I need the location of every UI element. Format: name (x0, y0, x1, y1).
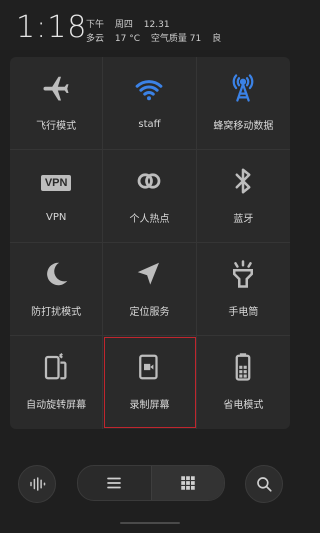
rotate-screen-icon (39, 350, 73, 384)
toggle-label: 手电筒 (228, 306, 259, 318)
toggle-do-not-disturb[interactable]: 防打扰模式 (10, 243, 104, 336)
weekday: 周四 (114, 20, 133, 30)
date: 12.31 (143, 20, 170, 30)
toggle-airplane-mode[interactable]: 飞行模式 (10, 57, 104, 150)
flashlight-icon (226, 257, 260, 291)
weather: 多云 (86, 34, 105, 44)
moon-icon (39, 257, 73, 291)
bluetooth-icon (226, 164, 260, 198)
toggle-location[interactable]: 定位服务 (103, 243, 197, 336)
toggle-power-saving[interactable]: 省电模式 (197, 336, 290, 429)
search-icon (257, 477, 272, 492)
air-quality: 空气质量 71 (150, 34, 202, 44)
drag-handle[interactable] (120, 522, 180, 524)
battery-saver-icon (226, 350, 260, 384)
toggle-label: 蜂窝移动数据 (213, 120, 274, 132)
toggle-screen-record[interactable]: 录制屏幕 (103, 336, 197, 429)
period: 下午 (86, 20, 105, 30)
toggle-label: 个人热点 (129, 213, 170, 225)
list-icon (107, 477, 122, 489)
toggle-label: 蓝牙 (233, 213, 254, 225)
toggle-bluetooth[interactable]: 蓝牙 (196, 150, 290, 243)
toggle-label: 飞行模式 (36, 120, 77, 132)
toggle-label: 防打扰模式 (31, 306, 82, 318)
search-button[interactable] (245, 465, 283, 503)
toggle-hotspot[interactable]: 个人热点 (103, 150, 197, 243)
grid-view-button[interactable] (151, 466, 224, 500)
audio-wave-icon (30, 477, 46, 491)
view-switcher (77, 465, 225, 501)
air-quality-level: 良 (212, 34, 222, 44)
temperature: 17 °C (114, 34, 140, 44)
weather-line: 多云 17 °C 空气质量 71 良 (86, 31, 229, 44)
date-line: 下午 周四 12.31 (86, 17, 178, 30)
hotspot-icon (132, 164, 166, 198)
toggle-label: 定位服务 (129, 306, 170, 318)
clock-time: 1:18 (16, 10, 88, 45)
voice-button[interactable] (18, 465, 56, 503)
toggle-cellular-data[interactable]: 蜂窝移动数据 (196, 57, 290, 150)
grid-icon (181, 476, 195, 490)
toggle-grid: 飞行模式 staff 蜂窝移动数据 VPN VPN 个人热点 蓝牙 防打扰模式 … (10, 57, 290, 429)
toggle-auto-rotate[interactable]: 自动旋转屏幕 (10, 336, 104, 429)
toggle-label: 录制屏幕 (129, 400, 170, 411)
toggle-vpn[interactable]: VPN VPN (10, 150, 104, 243)
toggle-label: VPN (45, 211, 67, 223)
toggle-label: 自动旋转屏幕 (26, 400, 87, 411)
airplane-icon (39, 71, 73, 105)
status-header: 1:18 下午 周四 12.31 多云 17 °C 空气质量 71 良 (0, 0, 300, 50)
toggle-flashlight[interactable]: 手电筒 (196, 243, 290, 336)
location-arrow-icon (132, 257, 166, 291)
list-view-button[interactable] (78, 466, 151, 500)
cellular-tower-icon (226, 71, 260, 105)
vpn-icon: VPN (39, 166, 73, 200)
screen-record-icon (132, 350, 166, 384)
toggle-label: 省电模式 (223, 400, 264, 411)
toggle-wifi[interactable]: staff (103, 57, 197, 150)
toggle-label: staff (138, 118, 161, 130)
wifi-icon (132, 73, 166, 107)
vpn-icon-text: VPN (40, 174, 72, 191)
